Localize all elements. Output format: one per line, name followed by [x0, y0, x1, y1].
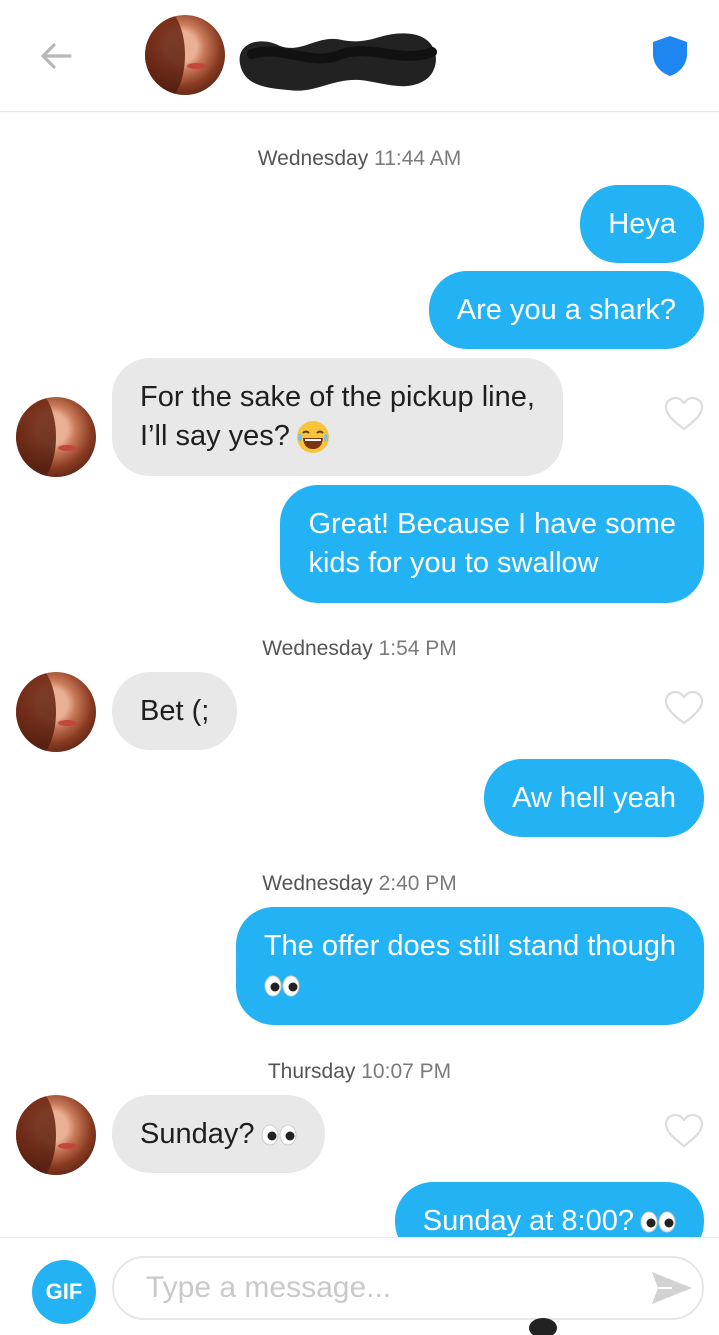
sender-avatar[interactable] — [16, 397, 96, 477]
sender-avatar[interactable] — [16, 1095, 96, 1175]
gif-button[interactable]: GIF — [32, 1260, 96, 1324]
received-message[interactable]: Sunday? — [112, 1095, 325, 1173]
sent-message[interactable]: The offer does still stand though — [235, 907, 704, 1025]
timestamp: Wednesday 11:44 AM — [257, 147, 462, 170]
received-message[interactable]: For the sake of the pickup line, I’ll sa… — [112, 358, 563, 476]
sent-message[interactable]: Great! Because I have some kids for you … — [280, 485, 704, 603]
match-avatar[interactable] — [145, 15, 225, 95]
laughing-emoji-icon — [296, 421, 329, 454]
sent-message[interactable]: Heya — [580, 185, 704, 263]
redacted-name — [239, 33, 437, 91]
redaction-mark — [529, 1318, 557, 1335]
back-arrow-icon[interactable] — [36, 36, 76, 76]
message-input[interactable] — [112, 1256, 704, 1320]
like-heart-icon[interactable] — [664, 1113, 704, 1149]
like-heart-icon[interactable] — [664, 396, 704, 432]
shield-icon[interactable] — [650, 34, 690, 78]
eyes-emoji-icon — [261, 1124, 296, 1146]
sent-message[interactable]: Are you a shark? — [428, 271, 704, 349]
timestamp: Wednesday 1:54 PM — [262, 637, 457, 660]
sent-message[interactable]: Aw hell yeah — [484, 759, 704, 837]
sender-avatar[interactable] — [16, 672, 96, 752]
chat-header — [0, 0, 719, 112]
message-composer: GIF — [0, 1237, 719, 1335]
eyes-emoji-icon — [640, 1211, 676, 1233]
received-message[interactable]: Bet (; — [112, 672, 238, 750]
like-heart-icon[interactable] — [664, 690, 704, 726]
timestamp: Thursday 10:07 PM — [267, 1060, 452, 1083]
timestamp: Wednesday 2:40 PM — [262, 872, 457, 895]
send-icon[interactable] — [650, 1268, 694, 1308]
eyes-emoji-icon — [264, 975, 300, 997]
